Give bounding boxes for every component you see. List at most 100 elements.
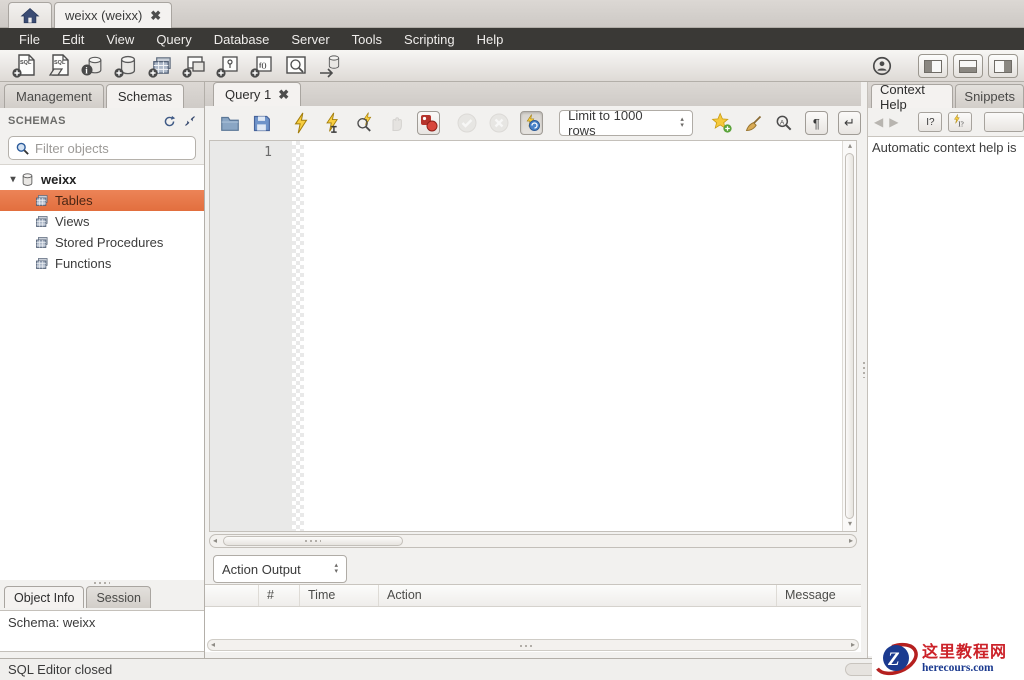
watermark: Z 这里教程网 herecours.com [872,638,1024,680]
create-function-icon[interactable]: f() [250,53,276,79]
column-action[interactable]: Action [379,585,777,606]
editor-horizontal-scrollbar[interactable]: ◂ ▸ [209,534,857,548]
tree-node-tables[interactable]: Tables [0,190,204,211]
menu-tools[interactable]: Tools [341,32,393,47]
menu-edit[interactable]: Edit [51,32,95,47]
output-horizontal-scrollbar[interactable]: ◂ ▸ [207,639,859,651]
close-icon[interactable]: ✖ [150,8,161,24]
scroll-right-icon[interactable]: ▸ [849,536,853,545]
sidebar-tabs: Management Schemas [0,82,204,108]
action-output-table: # Time Action Message ◂ ▸ [205,584,861,652]
filter-box [8,136,196,160]
tree-node-views[interactable]: Views [0,211,204,232]
rollback-icon [488,111,510,135]
query-tabstrip: Query 1 ✖ [205,82,861,106]
output-toolbar: Action Output ▴▾ [205,554,861,584]
find-icon[interactable]: A [774,111,795,135]
reconnect-db-icon[interactable] [318,53,344,79]
save-snippet-icon[interactable] [711,111,733,135]
tree-node-schema[interactable]: ▾ weixx [0,169,204,190]
beautify-icon[interactable] [743,111,764,135]
search-data-icon[interactable] [284,53,310,79]
connection-tab[interactable]: weixx (weixx) ✖ [54,2,172,28]
main-toolbar: i f() [0,50,1024,82]
inspector-icon[interactable]: i [80,53,106,79]
menu-view[interactable]: View [95,32,145,47]
sql-code-editor[interactable]: 1 ▴ ▾ [209,140,857,532]
functions-icon [34,256,55,271]
spinner-icon[interactable]: ▴▾ [680,117,684,129]
execute-icon[interactable] [290,111,312,135]
filter-row [0,134,204,164]
menu-server[interactable]: Server [280,32,340,47]
search-icon [15,141,30,156]
line-number-gutter: 1 [210,141,292,531]
sidebar: Management Schemas SCHEMAS ▾ weixx [0,82,205,658]
menu-help[interactable]: Help [466,32,515,47]
column-time[interactable]: Time [300,585,379,606]
toggle-autocommit-icon[interactable] [520,111,543,135]
automatic-context-help-icon[interactable]: I? [948,112,972,132]
scrollbar-thumb[interactable] [223,536,403,546]
limit-rows-dropdown[interactable]: Limit to 1000 rows ▴▾ [559,110,693,136]
tab-snippets[interactable]: Snippets [955,84,1024,108]
help-toolbar: ◀ ▶ I? I? [868,108,1024,136]
toggle-left-panel-icon[interactable] [918,54,948,78]
spinner-icon[interactable]: ▴▾ [334,563,338,575]
create-procedure-icon[interactable] [216,53,242,79]
menu-query[interactable]: Query [145,32,202,47]
tree-node-functions[interactable]: Functions [0,253,204,274]
home-tab[interactable] [8,2,52,28]
column-index[interactable]: # [259,585,300,606]
close-icon[interactable]: ✖ [278,87,289,103]
action-output-dropdown[interactable]: Action Output ▴▾ [213,555,347,583]
column-message[interactable]: Message [777,585,861,606]
tree-node-stored-procedures[interactable]: Stored Procedures [0,232,204,253]
open-file-icon[interactable] [219,111,241,135]
context-help-content: Automatic context help is [868,136,1024,656]
schema-tree: ▾ weixx Tables Views Stored Procedures F… [0,164,204,580]
code-input-area[interactable] [304,141,842,531]
create-schema-icon[interactable] [114,53,140,79]
tab-management[interactable]: Management [4,84,104,108]
toggle-right-panel-icon[interactable] [988,54,1018,78]
help-extra-button[interactable] [984,112,1024,132]
save-icon[interactable] [251,111,272,135]
toggle-stop-on-error-icon[interactable] [417,111,440,135]
toggle-bottom-panel-icon[interactable] [953,54,983,78]
explain-icon[interactable] [354,111,376,135]
tab-schemas[interactable]: Schemas [106,84,184,108]
create-table-icon[interactable] [148,53,174,79]
svg-text:f(): f() [259,60,267,69]
refresh-icon[interactable] [163,115,176,128]
wrap-text-icon[interactable]: ↵ [838,111,861,135]
tables-icon [34,193,55,208]
expander-icon[interactable]: ▾ [6,174,20,185]
status-bar: SQL Editor closed [0,658,1024,680]
editor-vertical-scrollbar[interactable]: ▴ ▾ [842,141,856,531]
execute-current-icon[interactable] [322,111,344,135]
menu-file[interactable]: File [8,32,51,47]
open-sql-script-icon[interactable] [46,53,72,79]
tab-session[interactable]: Session [86,586,150,608]
menu-scripting[interactable]: Scripting [393,32,466,47]
column-blank [205,585,259,606]
menu-database[interactable]: Database [203,32,281,47]
invisibles-icon[interactable]: ¶ [805,111,828,135]
tab-query-1[interactable]: Query 1 ✖ [213,82,301,106]
filter-input[interactable] [35,141,211,156]
scroll-right-icon[interactable]: ▸ [851,640,855,649]
panel-toggles [865,53,1018,79]
create-view-icon[interactable] [182,53,208,79]
scroll-left-icon[interactable]: ◂ [211,640,215,649]
scrollbar-thumb[interactable] [845,153,854,519]
scroll-down-icon[interactable]: ▾ [843,519,857,531]
scroll-left-icon[interactable]: ◂ [213,536,217,545]
tab-object-info[interactable]: Object Info [4,586,84,608]
scroll-up-icon[interactable]: ▴ [843,141,857,153]
collapse-icon[interactable] [184,115,196,127]
context-help-cursor-icon[interactable]: I? [918,112,942,132]
tab-context-help[interactable]: Context Help [871,84,953,108]
new-sql-tab-icon[interactable] [12,53,38,79]
utilities-icon[interactable] [869,53,895,79]
